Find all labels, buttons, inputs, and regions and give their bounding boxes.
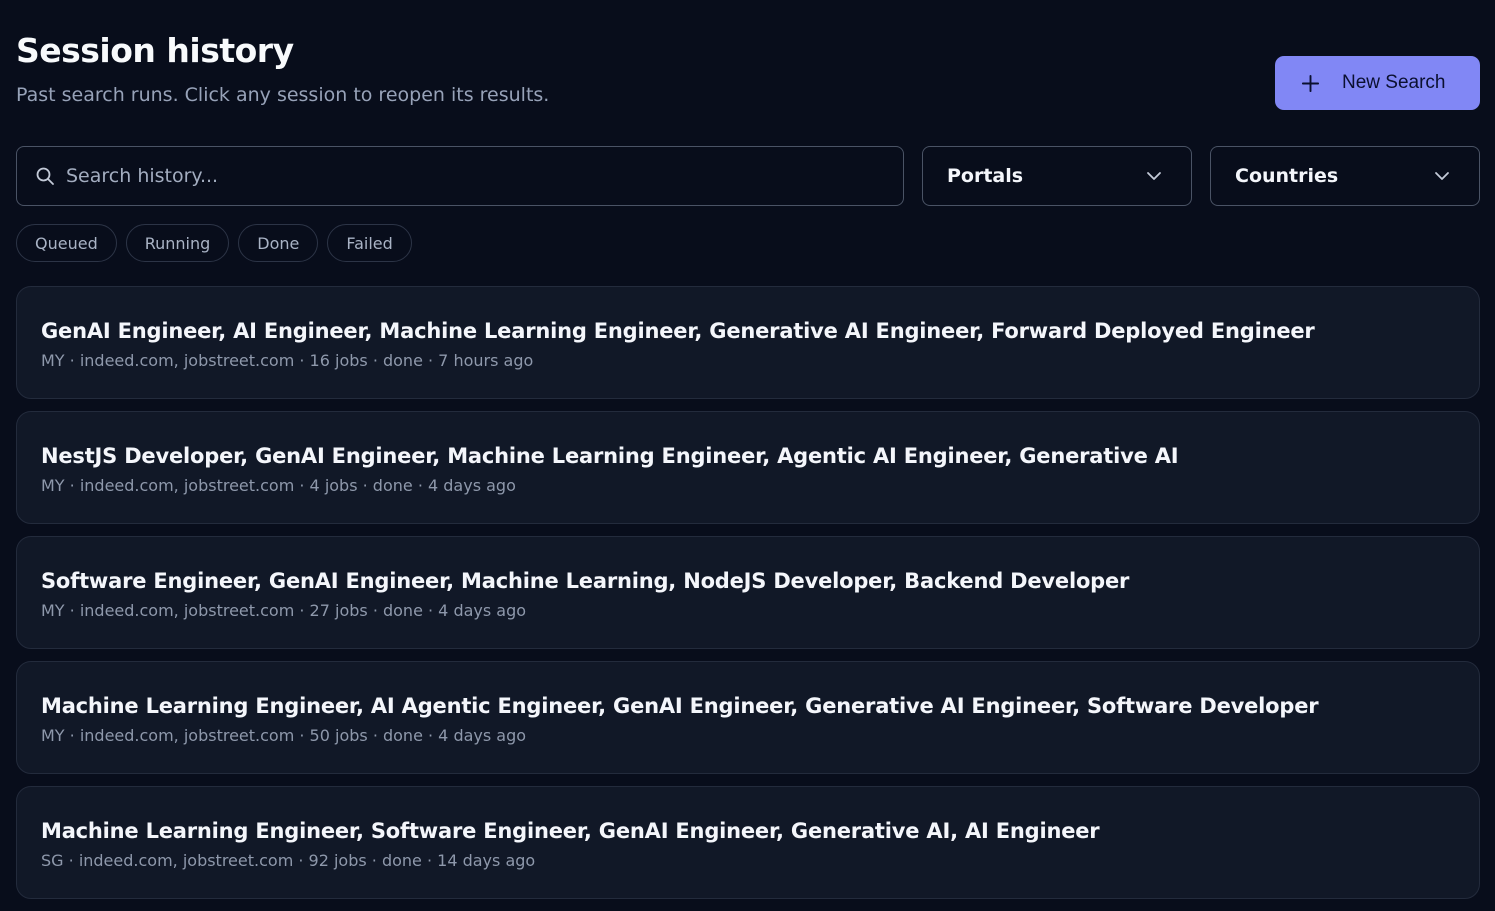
page-subtitle: Past search runs. Click any session to r… [16, 84, 550, 106]
portals-label: Portals [947, 165, 1024, 187]
session-title: GenAI Engineer, AI Engineer, Machine Lea… [41, 319, 1315, 343]
session-list: GenAI Engineer, AI Engineer, Machine Lea… [16, 286, 1480, 911]
session-title: Software Engineer, GenAI Engineer, Machi… [41, 569, 1130, 593]
session-title: Machine Learning Engineer, Software Engi… [41, 819, 1100, 843]
session-card[interactable]: Machine Learning Engineer, Software Engi… [16, 786, 1480, 899]
session-card[interactable]: Machine Learning Engineer, AI Agentic En… [16, 661, 1480, 774]
page-title: Session history [16, 31, 294, 70]
status-chip-done[interactable]: Done [238, 224, 319, 262]
session-title: NestJS Developer, GenAI Engineer, Machin… [41, 444, 1179, 468]
status-chip-queued[interactable]: Queued [16, 224, 117, 262]
countries-dropdown[interactable]: Countries [1210, 146, 1480, 206]
status-chip-running[interactable]: Running [125, 224, 230, 262]
session-card[interactable]: GenAI Engineer, AI Engineer, Machine Lea… [16, 286, 1480, 399]
session-meta: MY · indeed.com, jobstreet.com · 50 jobs… [41, 726, 527, 745]
search-icon [36, 167, 54, 185]
new-search-label: New Search [1342, 72, 1446, 93]
status-filter-chips: Queued Running Done Failed [16, 224, 412, 262]
search-input[interactable] [66, 165, 846, 187]
search-box[interactable] [16, 146, 904, 206]
session-meta: SG · indeed.com, jobstreet.com · 92 jobs… [41, 851, 536, 870]
session-meta: MY · indeed.com, jobstreet.com · 4 jobs … [41, 476, 516, 495]
portals-dropdown[interactable]: Portals [922, 146, 1192, 206]
new-search-button[interactable]: New Search [1275, 56, 1480, 110]
plus-icon [1301, 74, 1320, 92]
chevron-down-icon [1147, 172, 1161, 180]
session-title: Machine Learning Engineer, AI Agentic En… [41, 694, 1319, 718]
session-meta: MY · indeed.com, jobstreet.com · 27 jobs… [41, 601, 527, 620]
chevron-down-icon [1435, 172, 1449, 180]
session-card[interactable]: NestJS Developer, GenAI Engineer, Machin… [16, 411, 1480, 524]
session-card[interactable]: Software Engineer, GenAI Engineer, Machi… [16, 536, 1480, 649]
countries-label: Countries [1235, 165, 1339, 187]
status-chip-failed[interactable]: Failed [327, 224, 412, 262]
session-meta: MY · indeed.com, jobstreet.com · 16 jobs… [41, 351, 534, 370]
